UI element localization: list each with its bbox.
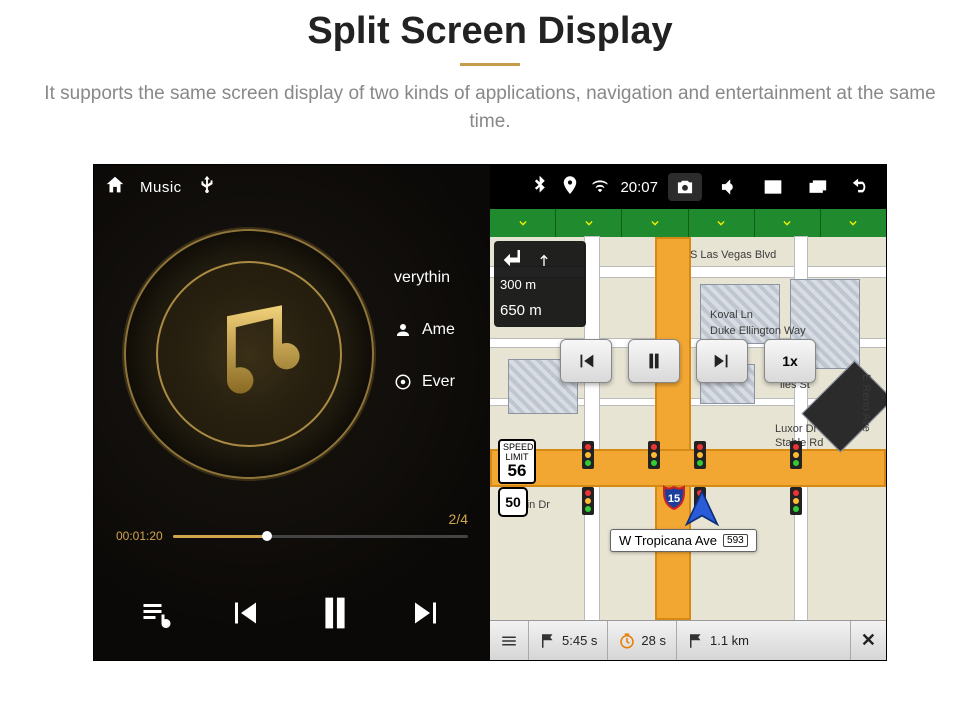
- straight-icon: [536, 252, 552, 268]
- navigation-pane: 20:07: [490, 165, 886, 660]
- album-art-disc: [124, 229, 374, 479]
- turn-distance-total: 650 m: [500, 302, 580, 319]
- speed-multiplier-button[interactable]: 1x: [764, 339, 816, 383]
- map-prev-button[interactable]: [560, 339, 612, 383]
- road: [655, 237, 691, 620]
- street-label: Luxor Dr: [775, 423, 817, 435]
- close-app-button[interactable]: [756, 173, 790, 201]
- road: [585, 237, 599, 620]
- artist-name: Ame: [422, 321, 455, 339]
- album-name: Ever: [422, 373, 455, 391]
- usb-icon[interactable]: [196, 174, 218, 200]
- turn-distance-next: 300 m: [500, 277, 580, 292]
- track-title: verythin: [394, 269, 450, 287]
- clock-time: 20:07: [620, 179, 658, 196]
- home-icon[interactable]: [104, 174, 126, 200]
- nav-bottom-bar: 5:45 s 28 s 1.1 km ✕: [490, 620, 886, 660]
- flag-icon: [539, 632, 557, 650]
- location-icon: [560, 175, 580, 199]
- eta-display: 5:45 s: [529, 621, 608, 660]
- traffic-light-icon: [648, 441, 660, 469]
- seek-bar[interactable]: [173, 535, 468, 538]
- route-sign: 50: [498, 487, 528, 517]
- music-status-bar: Music: [94, 165, 490, 209]
- nav-close-button[interactable]: ✕: [851, 621, 886, 660]
- recent-apps-button[interactable]: [800, 173, 834, 201]
- time-remaining-display: 28 s: [608, 621, 677, 660]
- track-info: verythin Ame Ever: [394, 269, 455, 425]
- nav-menu-button[interactable]: [490, 621, 529, 660]
- flag-icon: [687, 632, 705, 650]
- music-app-label: Music: [140, 179, 182, 196]
- traffic-light-icon: [582, 441, 594, 469]
- next-button[interactable]: [409, 595, 445, 636]
- street-label: Koval Ln: [710, 309, 753, 321]
- map-pause-button[interactable]: [628, 339, 680, 383]
- wifi-icon: [590, 175, 610, 199]
- download-strip: [490, 209, 886, 237]
- map-media-controls: 1x: [560, 339, 816, 383]
- track-index: 2/4: [449, 511, 468, 527]
- turn-left-icon: [500, 245, 530, 275]
- record-icon: [394, 373, 412, 391]
- bluetooth-icon: [530, 175, 550, 199]
- progress-row: 2/4 00:01:20: [116, 529, 468, 543]
- map-area[interactable]: S Las Vegas Blvd Koval Ln Duke Ellington…: [490, 209, 886, 620]
- player-body: verythin Ame Ever 2/4 00:01:20: [94, 209, 490, 549]
- elapsed-time: 00:01:20: [116, 529, 163, 543]
- page-title: Split Screen Display: [0, 10, 980, 53]
- traffic-light-icon: [790, 487, 802, 515]
- system-status-bar: 20:07: [490, 165, 886, 209]
- person-icon: [394, 321, 412, 339]
- screenshot-button[interactable]: [668, 173, 702, 201]
- street-label: E Reno Ave: [860, 374, 872, 432]
- current-street-sign: W Tropicana Ave 593: [610, 529, 757, 552]
- street-label: S Las Vegas Blvd: [690, 249, 776, 261]
- distance-remaining-display: 1.1 km: [677, 621, 851, 660]
- volume-button[interactable]: [712, 173, 746, 201]
- speed-limit-sign: SPEED LIMIT 56: [498, 439, 536, 484]
- back-button[interactable]: [844, 173, 878, 201]
- page-subtitle: It supports the same screen display of t…: [40, 80, 940, 135]
- road: [490, 449, 886, 487]
- traffic-light-icon: [790, 441, 802, 469]
- clock-icon: [618, 632, 636, 650]
- pause-button[interactable]: [312, 590, 358, 641]
- street-label: Duke Ellington Way: [710, 325, 806, 337]
- traffic-light-icon: [582, 487, 594, 515]
- transport-controls: [94, 570, 490, 660]
- playlist-button[interactable]: [139, 595, 175, 636]
- map-next-button[interactable]: [696, 339, 748, 383]
- title-underline: [460, 63, 520, 66]
- traffic-light-icon: [694, 441, 706, 469]
- device-screen: Music verythin: [94, 165, 886, 660]
- music-note-icon: [194, 294, 304, 409]
- prev-button[interactable]: [226, 595, 262, 636]
- turn-panel: 300 m 650 m: [494, 241, 586, 327]
- music-pane: Music verythin: [94, 165, 490, 660]
- svg-text:15: 15: [668, 493, 680, 505]
